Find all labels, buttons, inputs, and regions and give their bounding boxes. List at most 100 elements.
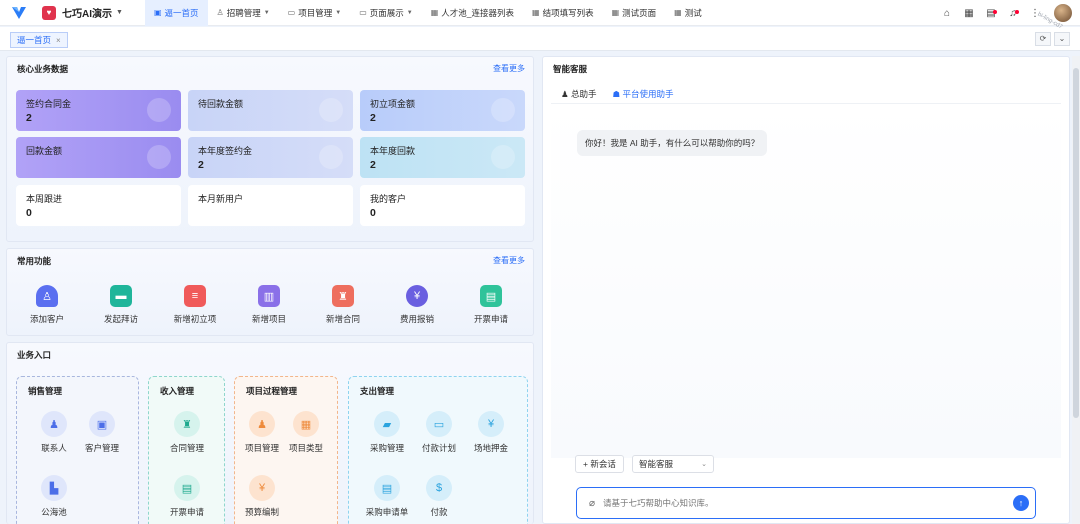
- func-new-project[interactable]: ▥ 新增项目: [234, 285, 304, 325]
- nav-label: 测试: [684, 7, 702, 18]
- card-initial-project[interactable]: 初立项金额 2: [360, 90, 525, 131]
- entry-contract-mgmt[interactable]: ♜ 合同管理: [161, 411, 213, 454]
- card-monthly-new-users[interactable]: 本月新用户: [188, 185, 353, 226]
- bell-icon[interactable]: ♫: [1002, 8, 1024, 19]
- person-icon: ♟: [249, 411, 275, 437]
- tasks-icon[interactable]: ▤: [980, 8, 1002, 19]
- entry-label: 付款计划: [421, 443, 456, 453]
- panel-title: 常用功能: [17, 256, 52, 266]
- group-income: 收入管理 ♜ 合同管理 ▤ 开票申请: [148, 376, 225, 524]
- group-title: 销售管理: [28, 386, 63, 396]
- func-label: 添加客户: [29, 314, 64, 324]
- nav-item-testpage[interactable]: ▦ 测试页面: [603, 0, 666, 26]
- chat-input[interactable]: [603, 498, 984, 508]
- mode-select[interactable]: 智能客服 ⌄: [632, 455, 714, 473]
- entry-label: 客户管理: [84, 443, 119, 453]
- nav-item-home[interactable]: ▣ 逼一首页: [144, 0, 208, 26]
- nav-item-test[interactable]: ▦ 测试: [665, 0, 711, 26]
- entry-payment[interactable]: $ 付款: [413, 475, 465, 518]
- tab-platform-assistant[interactable]: ☗ 平台使用助手: [604, 84, 682, 105]
- entry-venue-deposit[interactable]: ¥ 场地押金: [465, 411, 517, 454]
- yen-coin-icon: ¥: [249, 475, 275, 501]
- entry-payment-plan[interactable]: ▭ 付款计划: [413, 411, 465, 454]
- func-new-initial-project[interactable]: ≡ 新增初立项: [160, 285, 230, 325]
- card-decor-icon: [491, 98, 515, 122]
- entry-customers[interactable]: ▣ 客户管理: [76, 411, 128, 454]
- nav-item-closing[interactable]: ▦ 结项填写列表: [523, 0, 603, 26]
- entry-contacts[interactable]: ♟ 联系人: [28, 411, 80, 454]
- card-annual-signed[interactable]: 本年度签约金 2: [188, 137, 353, 178]
- nav-item-talent[interactable]: ▦ 人才池_连接器列表: [422, 0, 523, 26]
- page-scrollbar[interactable]: [1072, 56, 1080, 524]
- briefcase-icon: ▬: [110, 285, 132, 307]
- refresh-icon[interactable]: ⟳: [1035, 32, 1051, 46]
- tab-home[interactable]: 逼一首页 ×: [10, 32, 68, 48]
- table-icon: ▦: [674, 8, 682, 17]
- grid-icon: ▣: [153, 8, 162, 17]
- table-icon: ▦: [532, 8, 540, 17]
- group-expense: 支出管理 ▰ 采购管理 ▭ 付款计划 ¥ 场地押金 ▤ 采购申请单 $ 付款: [348, 376, 528, 524]
- entry-public-pool[interactable]: ▙ 公海池: [28, 475, 80, 518]
- entry-label: 合同管理: [169, 443, 204, 453]
- func-label: 发起拜访: [103, 314, 138, 324]
- card-my-customers[interactable]: 我的客户 0: [360, 185, 525, 226]
- card-annual-payment[interactable]: 本年度回款 2: [360, 137, 525, 178]
- func-label: 新增初立项: [173, 314, 217, 324]
- yen-coin-icon: ¥: [406, 285, 428, 307]
- user-avatar[interactable]: [1054, 4, 1072, 22]
- send-button[interactable]: ↑: [1013, 495, 1029, 511]
- bag-icon: ▰: [374, 411, 400, 437]
- caret-down-icon: ▼: [263, 9, 270, 16]
- card-pending-payment[interactable]: 待回款金额: [188, 90, 353, 131]
- entry-label: 项目类型: [288, 443, 323, 453]
- entry-invoice-request[interactable]: ▤ 开票申请: [161, 475, 213, 518]
- view-more-link[interactable]: 查看更多: [493, 255, 525, 266]
- caret-down-icon: ▼: [116, 9, 123, 16]
- entry-budget[interactable]: ¥ 预算编制: [236, 475, 288, 518]
- home-icon[interactable]: ⌂: [936, 8, 958, 19]
- nav-item-pages[interactable]: ▭ 页面展示 ▼: [350, 0, 422, 26]
- grid-icon: ▦: [293, 411, 319, 437]
- entry-label: 付款: [430, 507, 448, 517]
- func-visit[interactable]: ▬ 发起拜访: [86, 285, 156, 325]
- entry-label: 采购申请单: [365, 507, 409, 517]
- paperclip-icon[interactable]: ⌀: [589, 498, 595, 509]
- group-title: 支出管理: [360, 386, 395, 396]
- func-label: 费用报销: [399, 314, 434, 324]
- person-add-icon: ♙: [36, 285, 58, 307]
- entry-project-type[interactable]: ▦ 项目类型: [280, 411, 332, 454]
- tab-label: 逼一首页: [17, 35, 52, 45]
- new-session-button[interactable]: + 新会话: [575, 455, 624, 473]
- func-new-contract[interactable]: ♜ 新增合同: [308, 285, 378, 325]
- entry-procurement[interactable]: ▰ 采购管理: [361, 411, 413, 454]
- chat-input-box: ⌀ ↑: [576, 487, 1036, 519]
- entry-purchase-request[interactable]: ▤ 采购申请单: [361, 475, 413, 518]
- invoice-icon: ▤: [174, 475, 200, 501]
- nav-item-project[interactable]: ▭ 项目管理 ▼: [279, 0, 351, 26]
- tab-general-assistant[interactable]: ♟ 总助手: [553, 84, 605, 105]
- func-expense[interactable]: ¥ 费用报销: [382, 285, 452, 325]
- scrollbar-thumb[interactable]: [1073, 68, 1079, 418]
- app-switcher[interactable]: ♥ 七巧AI演示 ▼: [42, 5, 123, 20]
- func-invoice[interactable]: ▤ 开票申请: [456, 285, 526, 325]
- tab-tools: ⟳ ⌄: [1032, 32, 1070, 46]
- caret-down-icon: ▼: [406, 9, 413, 16]
- chat-tabs: ♟ 总助手 ☗ 平台使用助手: [553, 84, 682, 105]
- tab-strip: 逼一首页 × ⟳ ⌄: [0, 27, 1080, 51]
- close-icon[interactable]: ×: [56, 36, 61, 45]
- entry-label: 预算编制: [244, 507, 279, 517]
- logo-icon[interactable]: [12, 6, 26, 19]
- chevron-down-icon[interactable]: ⌄: [1054, 32, 1070, 46]
- apps-icon[interactable]: ▦: [958, 8, 980, 19]
- nav-item-recruit[interactable]: ♙ 招聘管理 ▼: [208, 0, 279, 26]
- func-add-customer[interactable]: ♙ 添加客户: [12, 285, 82, 325]
- core-data-panel: 核心业务数据 查看更多 签约合同金 2 待回款金额 初立项金额 2 回款金额 本…: [6, 56, 534, 242]
- nav-label: 测试页面: [622, 7, 657, 18]
- card-payment-received[interactable]: 回款金额: [16, 137, 181, 178]
- card-weekly-followup[interactable]: 本周跟进 0: [16, 185, 181, 226]
- view-more-link[interactable]: 查看更多: [493, 63, 525, 74]
- top-navbar: ♥ 七巧AI演示 ▼ ▣ 逼一首页 ♙ 招聘管理 ▼ ▭ 项目管理 ▼ ▭ 页面展示 ▼ ▦ 人…: [0, 0, 1080, 26]
- invoice-icon: ▤: [480, 285, 502, 307]
- card-signed-contract[interactable]: 签约合同金 2: [16, 90, 181, 131]
- func-label: 开票申请: [473, 314, 508, 324]
